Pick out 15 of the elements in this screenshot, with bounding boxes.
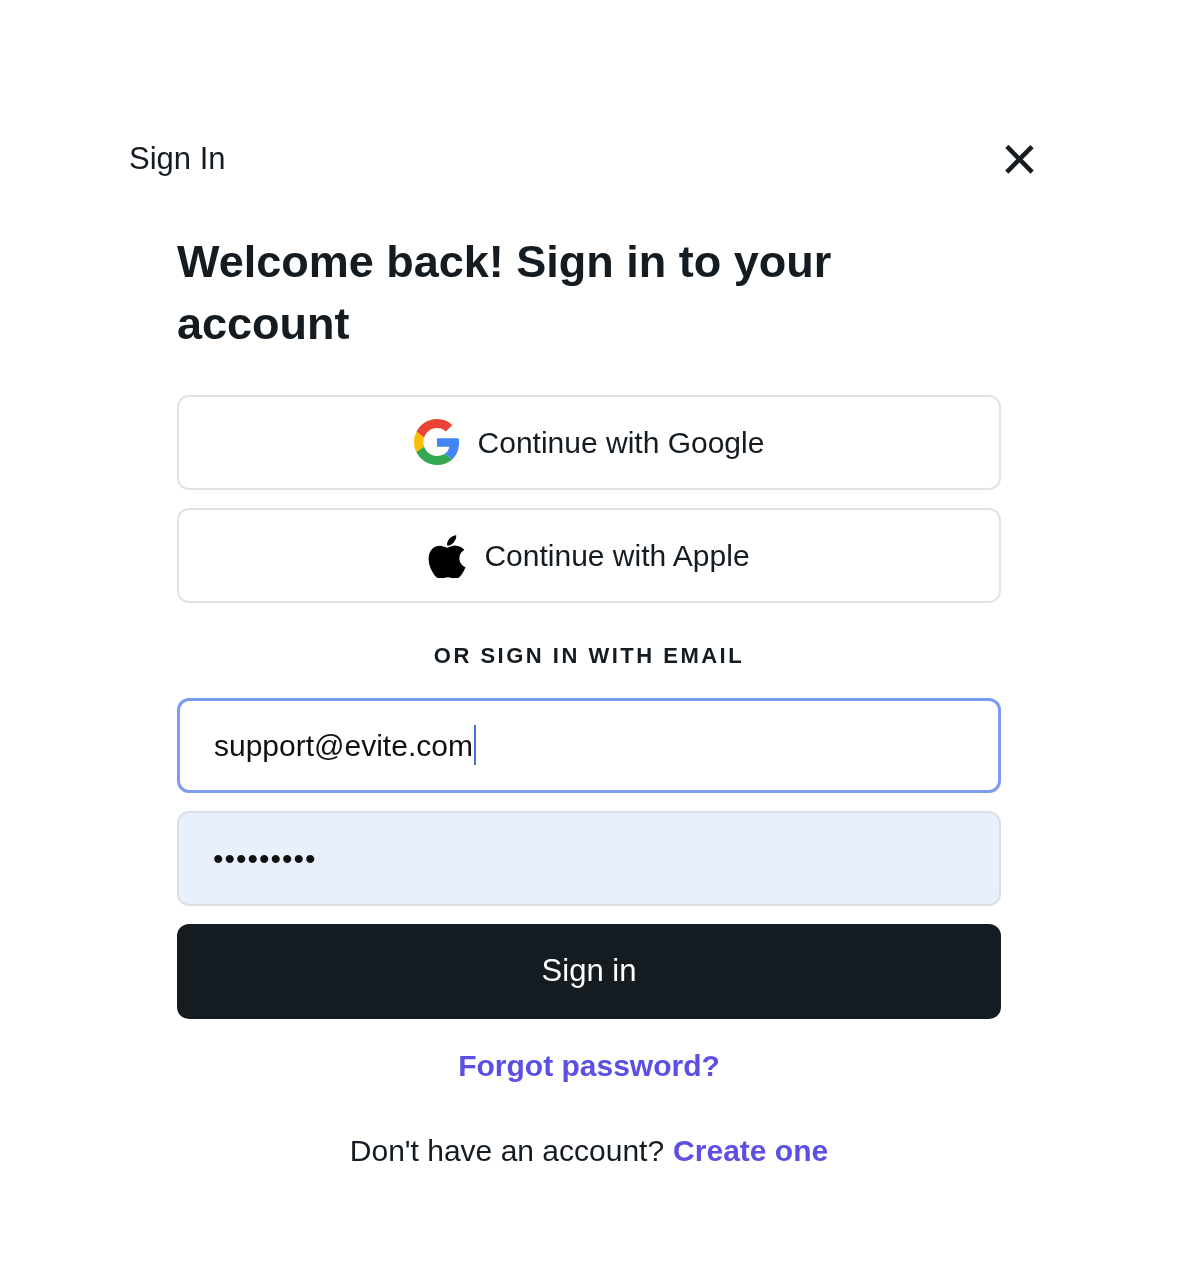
heading: Welcome back! Sign in to your account xyxy=(177,234,833,351)
email-field[interactable]: support@evite.com xyxy=(177,697,1001,793)
dialog-title: Sign In xyxy=(129,140,226,178)
sign-in-button[interactable]: Sign in xyxy=(177,923,1001,1019)
close-button[interactable]: × xyxy=(1000,137,1038,182)
divider-label: OR SIGN IN WITH EMAIL xyxy=(433,641,745,670)
signup-prompt: Don't have an account? xyxy=(349,1132,665,1169)
apple-icon xyxy=(428,532,467,578)
password-field[interactable]: ••••••••• xyxy=(177,810,1001,906)
create-account-link[interactable]: Create one xyxy=(673,1127,829,1173)
social-sign-in-button[interactable]: Continue with Apple xyxy=(177,507,1001,603)
social-sign-in-button[interactable]: Continue with Google xyxy=(177,394,1001,490)
text-cursor xyxy=(473,725,476,765)
google-icon xyxy=(413,419,460,465)
forgot-password-link[interactable]: Forgot password? xyxy=(458,1042,720,1088)
